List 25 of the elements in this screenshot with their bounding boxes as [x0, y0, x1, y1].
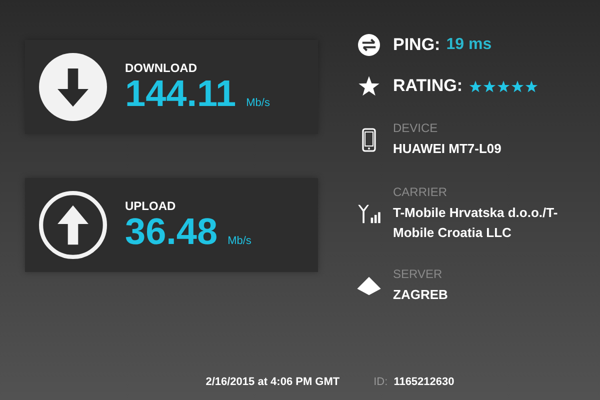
result-id: 1165212630 — [394, 376, 454, 388]
phone-icon — [362, 128, 376, 152]
signal-icon — [357, 204, 381, 224]
ping-icon — [358, 34, 380, 56]
detail-label: DEVICE — [393, 121, 439, 135]
download-icon — [39, 53, 107, 121]
detail-label: CARRIER — [393, 185, 448, 200]
upload-icon — [39, 191, 107, 259]
detail-label: SERVER — [393, 267, 444, 282]
id-label: ID: — [374, 376, 388, 388]
detail-value: T-Mobile Hrvatska d.o.o./T-Mobile Croatia LLC — [393, 204, 559, 242]
detail-value: ZAGREB — [393, 286, 448, 304]
detail-label: RATING: — [393, 76, 463, 96]
result-value: 36.48 — [125, 212, 218, 252]
ping-value: 19 ms — [446, 36, 492, 54]
detail-value: HUAWEI MT7-L09 — [393, 140, 502, 158]
detail-label: PING: — [393, 35, 440, 55]
result-label: DOWNLOAD — [125, 60, 198, 75]
unit-label: Mb/s — [246, 96, 270, 109]
result-value: 144.11 — [125, 74, 236, 114]
timestamp: 2/16/2015 at 4:06 PM GMT — [206, 376, 340, 388]
location-icon — [356, 276, 382, 296]
star-icon — [358, 75, 380, 97]
result-label: UPLOAD — [125, 198, 177, 213]
unit-label: Mb/s — [228, 234, 252, 247]
